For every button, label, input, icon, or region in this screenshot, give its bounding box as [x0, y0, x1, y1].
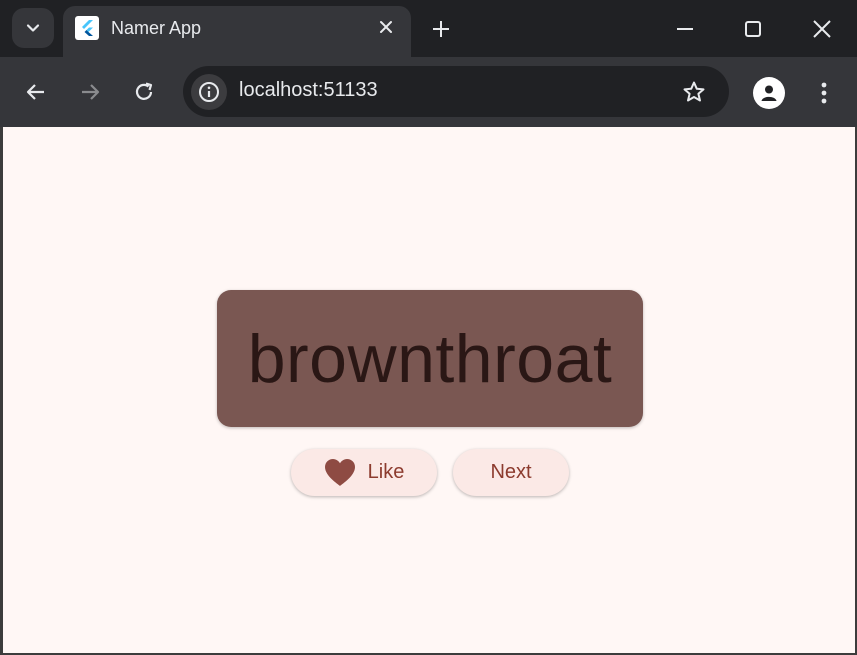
heart-icon: [324, 458, 356, 488]
next-button[interactable]: Next: [453, 449, 569, 496]
chevron-down-icon: [26, 24, 40, 32]
flutter-logo-icon: [75, 16, 99, 40]
back-button[interactable]: [21, 77, 51, 107]
back-arrow-icon: [26, 84, 44, 100]
like-button-label: Like: [367, 461, 405, 483]
word-pair-text: brownthroat: [247, 320, 613, 397]
browser-tab[interactable]: Namer App: [63, 6, 411, 57]
reload-button[interactable]: [129, 77, 159, 107]
like-button[interactable]: Like: [291, 449, 437, 496]
profile-button[interactable]: [753, 77, 785, 109]
page-viewport: brownthroat Like Next: [3, 127, 855, 653]
window-close-icon: [813, 20, 831, 38]
star-icon: [683, 81, 705, 102]
bookmark-button[interactable]: [681, 79, 707, 105]
address-bar[interactable]: localhost:51133: [183, 66, 729, 117]
maximize-icon: [745, 21, 761, 37]
account-icon: [761, 85, 777, 101]
minimize-icon: [677, 28, 693, 30]
next-button-label: Next: [490, 461, 532, 483]
browser-tab-strip: Namer App: [0, 0, 857, 57]
forward-arrow-icon: [82, 84, 100, 100]
tab-search-button[interactable]: [12, 8, 54, 48]
maximize-button[interactable]: [738, 14, 768, 44]
minimize-button[interactable]: [670, 14, 700, 44]
new-tab-button[interactable]: [428, 16, 454, 42]
word-pair-card: brownthroat: [217, 290, 643, 427]
plus-icon: [433, 21, 449, 37]
reload-icon: [135, 82, 153, 100]
url-text: localhost:51133: [239, 79, 378, 101]
close-icon: [380, 21, 392, 33]
info-icon: [199, 82, 219, 102]
site-info-button[interactable]: [191, 74, 227, 110]
more-vert-icon: [821, 82, 827, 104]
window-close-button[interactable]: [807, 14, 837, 44]
close-tab-button[interactable]: [375, 16, 397, 38]
tab-title: Namer App: [111, 18, 202, 38]
browser-toolbar: localhost:51133: [0, 57, 857, 127]
forward-button[interactable]: [75, 77, 105, 107]
browser-menu-button[interactable]: [810, 77, 838, 109]
